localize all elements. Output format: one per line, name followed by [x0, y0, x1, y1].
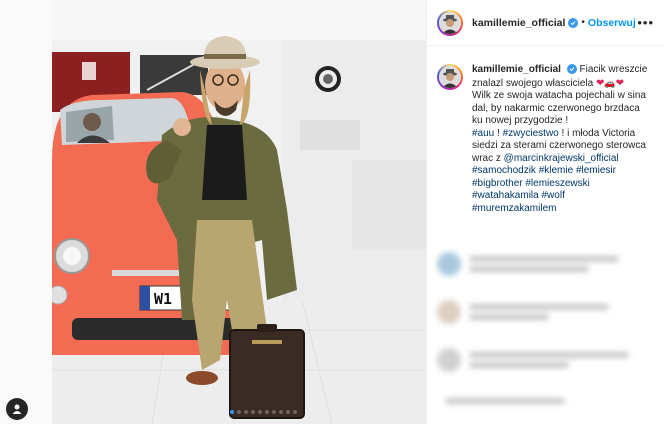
post-header: kamillemie_official • Obserwuj ••• — [427, 0, 664, 46]
carousel-dot — [237, 410, 241, 414]
author-username[interactable]: kamillemie_official — [472, 17, 565, 29]
carousel-dot — [251, 410, 255, 414]
caption-username[interactable]: kamillemie_official — [472, 64, 561, 75]
avatar-image — [439, 66, 461, 88]
instagram-post-view: W1 YJY — [0, 0, 664, 424]
hashtag-link[interactable]: #watahakamila — [472, 190, 539, 201]
post-sidebar: kamillemie_official • Obserwuj ••• kamil… — [426, 0, 664, 424]
hashtag-link[interactable]: #bigbrother — [472, 178, 523, 189]
hashtag-link[interactable]: #muremzakamilem — [472, 203, 556, 214]
mention-link[interactable]: @marcinkrajewski_official — [504, 153, 619, 164]
caption-line-2: Wilk ze swoja watacha pojechali w sina d… — [472, 90, 646, 126]
heart-emoji-icon: ❤ — [615, 77, 624, 89]
hashtag-link[interactable]: #samochodzik — [472, 165, 536, 176]
carousel-dot — [258, 410, 262, 414]
comment-avatar — [437, 300, 461, 324]
comment-avatar — [437, 348, 461, 372]
carousel-indicator — [230, 410, 297, 414]
avatar-image — [439, 11, 461, 34]
follow-separator: • — [581, 17, 585, 28]
verified-badge-icon — [566, 64, 577, 75]
comment-avatar — [437, 252, 461, 276]
post-media[interactable]: W1 YJY — [52, 0, 426, 424]
carousel-dot — [293, 410, 297, 414]
comment-blurred — [437, 394, 565, 408]
hashtag-link[interactable]: #lemiesir — [576, 165, 616, 176]
carousel-dot — [279, 410, 283, 414]
hashtag-link[interactable]: #auu — [472, 128, 494, 139]
comment-blurred — [437, 348, 629, 372]
carousel-dot — [230, 410, 234, 414]
hashtag-link[interactable]: #lemieszewski — [525, 178, 589, 189]
comment-blurred — [437, 252, 619, 276]
more-options-icon[interactable]: ••• — [637, 15, 654, 30]
post-photo: W1 YJY — [52, 0, 426, 424]
hashtag-link[interactable]: #klemie — [539, 165, 573, 176]
caption-author-avatar[interactable] — [437, 64, 463, 90]
author-avatar[interactable] — [437, 9, 463, 36]
comment-blurred — [437, 300, 609, 324]
caption-separator: ! — [494, 127, 503, 139]
follow-button[interactable]: Obserwuj — [588, 17, 636, 29]
verified-badge-icon — [568, 17, 579, 28]
carousel-dot — [286, 410, 290, 414]
tagged-users-button[interactable] — [6, 398, 28, 420]
post-caption: kamillemie_official Fiacik wreszcie znal… — [427, 46, 664, 215]
user-icon — [12, 404, 22, 414]
carousel-dot — [272, 410, 276, 414]
carousel-dot — [265, 410, 269, 414]
car-emoji-icon: 🚗 — [604, 77, 616, 88]
hashtag-link[interactable]: #wolf — [542, 190, 565, 201]
hashtag-link[interactable]: #zwyciestwo — [503, 128, 559, 139]
carousel-dot — [244, 410, 248, 414]
caption-text: kamillemie_official Fiacik wreszcie znal… — [472, 64, 650, 215]
